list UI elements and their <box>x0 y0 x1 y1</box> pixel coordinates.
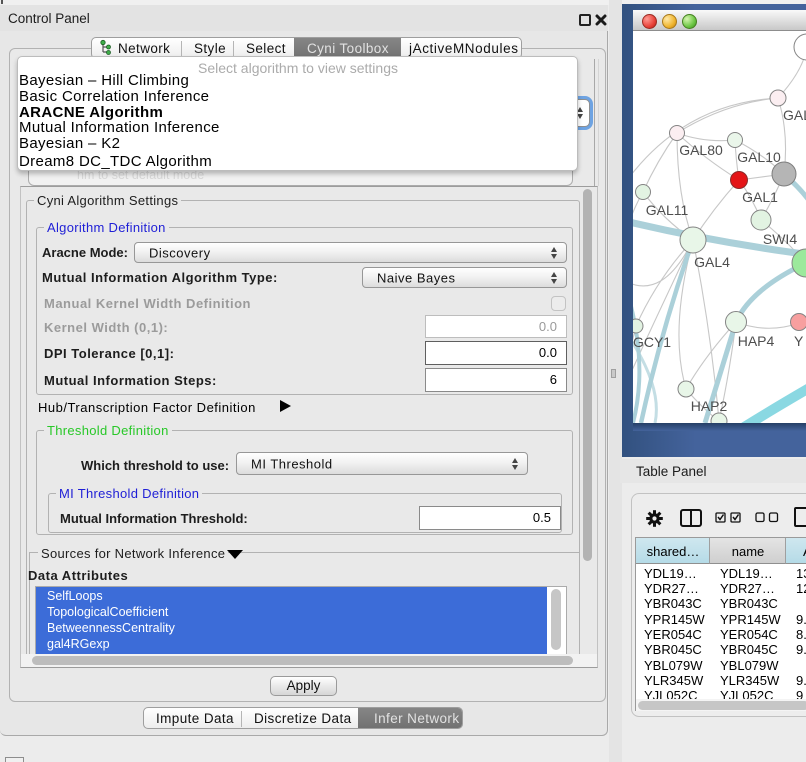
svg-text:HAP4: HAP4 <box>738 333 775 349</box>
svg-text:HAP2: HAP2 <box>691 398 728 414</box>
svg-text:GAL4: GAL4 <box>694 254 730 270</box>
svg-text:GAL11: GAL11 <box>646 202 689 218</box>
svg-text:GAL80: GAL80 <box>679 142 723 158</box>
svg-text:GAL7: GAL7 <box>783 107 806 123</box>
svg-text:SWI4: SWI4 <box>763 231 797 247</box>
svg-text:GAL1: GAL1 <box>742 189 778 205</box>
svg-text:GAL10: GAL10 <box>737 149 781 165</box>
svg-text:Y: Y <box>794 333 804 349</box>
svg-text:GCY1: GCY1 <box>633 334 671 350</box>
